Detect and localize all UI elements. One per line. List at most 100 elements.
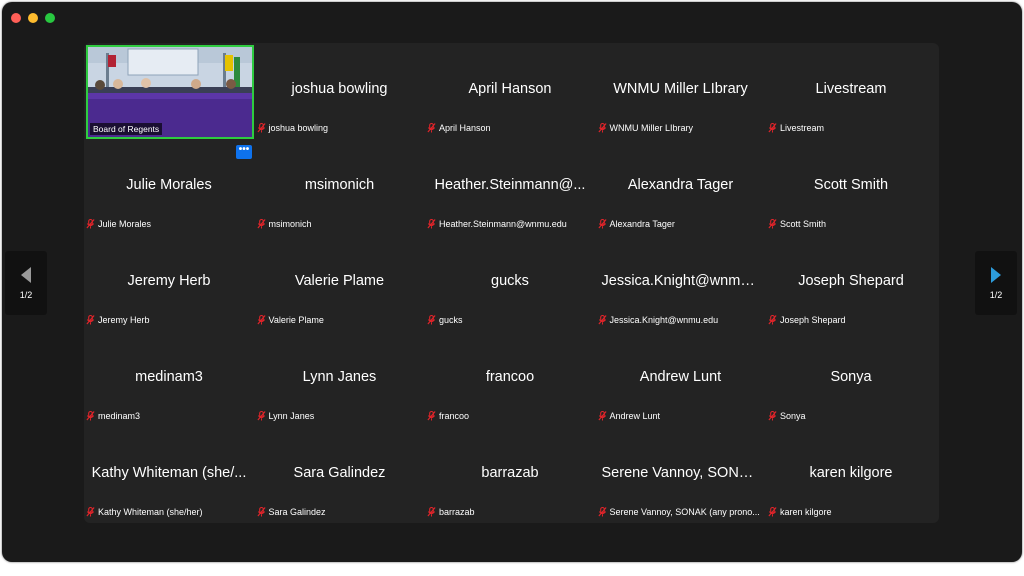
participant-label-text: francoo (439, 411, 470, 421)
participant-tile[interactable]: Alexandra Tager Alexandra Tager (596, 139, 766, 235)
participant-display-name: gucks (491, 273, 529, 289)
participant-tile[interactable]: Joseph Shepard Joseph Shepard (766, 235, 936, 331)
muted-mic-icon (86, 219, 95, 229)
participant-tile[interactable]: barrazab barrazab (425, 427, 595, 523)
participant-tile-video[interactable]: Board of Regents (84, 43, 254, 139)
participant-display-name: Sonya (830, 369, 872, 385)
muted-mic-icon (427, 507, 436, 517)
participant-label-text: Lynn Janes (268, 411, 315, 421)
participant-tile[interactable]: Andrew Lunt Andrew Lunt (596, 331, 766, 427)
previous-page-button[interactable]: 1/2 (5, 251, 47, 315)
muted-mic-icon (597, 507, 607, 517)
participant-label-text: msimonich (268, 219, 312, 229)
participant-tile[interactable]: Kathy Whiteman (she/... Kathy Whiteman (s… (84, 427, 254, 523)
participant-name-label: Joseph Shepard (768, 315, 846, 325)
participant-name-label: Jessica.Knight@wnmu.edu (597, 315, 718, 325)
muted-mic-icon (427, 219, 436, 229)
next-page-button[interactable]: 1/2 (975, 251, 1017, 315)
participant-name-label: Lynn Janes (256, 411, 315, 421)
participant-label-text: Scott Smith (780, 219, 827, 229)
triangle-right-icon (991, 267, 1001, 283)
participant-label-text: Livestream (780, 123, 825, 133)
participant-name-label: Serene Vannoy, SONAK (any prono... (597, 507, 760, 517)
participant-display-name: Kathy Whiteman (she/... (91, 465, 247, 481)
muted-mic-icon (256, 123, 266, 133)
participant-tile[interactable]: gucks gucks (425, 235, 595, 331)
muted-mic-icon (427, 411, 436, 421)
participant-label-text: karen kilgore (780, 507, 832, 517)
participant-label-text: Serene Vannoy, SONAK (any prono... (609, 507, 760, 517)
participant-display-name: Livestream (815, 81, 887, 97)
participant-label-text: WNMU Miller LIbrary (609, 123, 694, 133)
close-window-button[interactable] (11, 13, 21, 23)
muted-mic-icon (256, 507, 266, 517)
participant-tile[interactable]: Heather.Steinmann@... Heather.Steinmann@w… (425, 139, 595, 235)
muted-mic-icon (768, 219, 777, 229)
participant-display-name: WNMU Miller LIbrary (613, 81, 748, 97)
participant-display-name: Julie Morales (126, 177, 212, 193)
participant-name-label: Jeremy Herb (86, 315, 150, 325)
participant-label-text: Valerie Plame (268, 315, 324, 325)
muted-mic-icon (86, 315, 95, 325)
zoom-meeting-window: Board of Regents joshua bowling joshua bo… (2, 2, 1022, 562)
participant-tile[interactable]: April Hanson April Hanson (425, 43, 595, 139)
participant-label-text: April Hanson (439, 123, 491, 133)
video-participant-label: Board of Regents (90, 123, 163, 135)
muted-mic-icon (768, 315, 777, 325)
participant-tile[interactable]: Livestream Livestream (766, 43, 936, 139)
participant-name-label: WNMU Miller LIbrary (597, 123, 694, 133)
muted-mic-icon (86, 507, 95, 517)
participant-label-text: Andrew Lunt (609, 411, 661, 421)
participant-name-label: medinam3 (86, 411, 140, 421)
next-page-indicator: 1/2 (989, 290, 1003, 300)
participant-display-name: Valerie Plame (294, 273, 385, 289)
previous-page-indicator: 1/2 (19, 290, 33, 300)
participant-name-label: Julie Morales (86, 219, 151, 229)
participant-name-label: Valerie Plame (256, 315, 324, 325)
participant-name-label: April Hanson (427, 123, 491, 133)
participant-label-text: Heather.Steinmann@wnmu.edu (439, 219, 567, 229)
minimize-window-button[interactable] (28, 13, 38, 23)
muted-mic-icon (256, 411, 266, 421)
participant-tile[interactable]: francoo francoo (425, 331, 595, 427)
participant-tile[interactable]: WNMU Miller LIbrary WNMU Miller LIbrary (596, 43, 766, 139)
participant-tile[interactable]: Serene Vannoy, SONA... Serene Vannoy, SON… (596, 427, 766, 523)
more-options-button[interactable]: ••• (236, 145, 252, 159)
muted-mic-icon (256, 315, 266, 325)
zoom-window-button[interactable] (45, 13, 55, 23)
triangle-left-icon (21, 267, 31, 283)
muted-mic-icon (86, 411, 95, 421)
participant-tile[interactable]: joshua bowling joshua bowling (255, 43, 425, 139)
participant-label-text: Julie Morales (98, 219, 152, 229)
participant-display-name: April Hanson (468, 81, 552, 97)
participant-tile[interactable]: Lynn Janes Lynn Janes (255, 331, 425, 427)
participant-tile[interactable]: Scott Smith Scott Smith (766, 139, 936, 235)
participant-name-label: Andrew Lunt (597, 411, 661, 421)
participant-tile[interactable]: Valerie Plame Valerie Plame (255, 235, 425, 331)
participant-name-label: Heather.Steinmann@wnmu.edu (427, 219, 567, 229)
participant-label-text: Alexandra Tager (609, 219, 675, 229)
participant-tile[interactable]: msimonich msimonich (255, 139, 425, 235)
participant-tile[interactable]: medinam3 medinam3 (84, 331, 254, 427)
participant-tile[interactable]: karen kilgore karen kilgore (766, 427, 936, 523)
participant-name-label: karen kilgore (768, 507, 832, 517)
participant-label-text: joshua bowling (268, 123, 329, 133)
participant-name-label: Sara Galindez (256, 507, 326, 517)
participant-display-name: Heather.Steinmann@... (434, 177, 586, 193)
participant-label-text: medinam3 (98, 411, 141, 421)
participant-label-text: barrazab (439, 507, 475, 517)
participant-tile[interactable]: Jessica.Knight@wnmu... Jessica.Knight@wnm… (596, 235, 766, 331)
participant-tile[interactable]: Julie Morales Julie Morales (84, 139, 254, 235)
participant-label-text: Kathy Whiteman (she/her) (98, 507, 203, 517)
gallery-view: Board of Regents joshua bowling joshua bo… (84, 43, 939, 523)
participant-tile[interactable]: Sara Galindez Sara Galindez (255, 427, 425, 523)
participant-name-label: msimonich (256, 219, 312, 229)
participant-name-label: gucks (427, 315, 463, 325)
participant-name-label: barrazab (427, 507, 475, 517)
participant-tile[interactable]: Jeremy Herb Jeremy Herb (84, 235, 254, 331)
participant-tile[interactable]: Sonya Sonya (766, 331, 936, 427)
participant-name-label: Alexandra Tager (597, 219, 675, 229)
participant-display-name: karen kilgore (809, 465, 893, 481)
participant-name-label: Kathy Whiteman (she/her) (86, 507, 203, 517)
muted-mic-icon (427, 123, 436, 133)
